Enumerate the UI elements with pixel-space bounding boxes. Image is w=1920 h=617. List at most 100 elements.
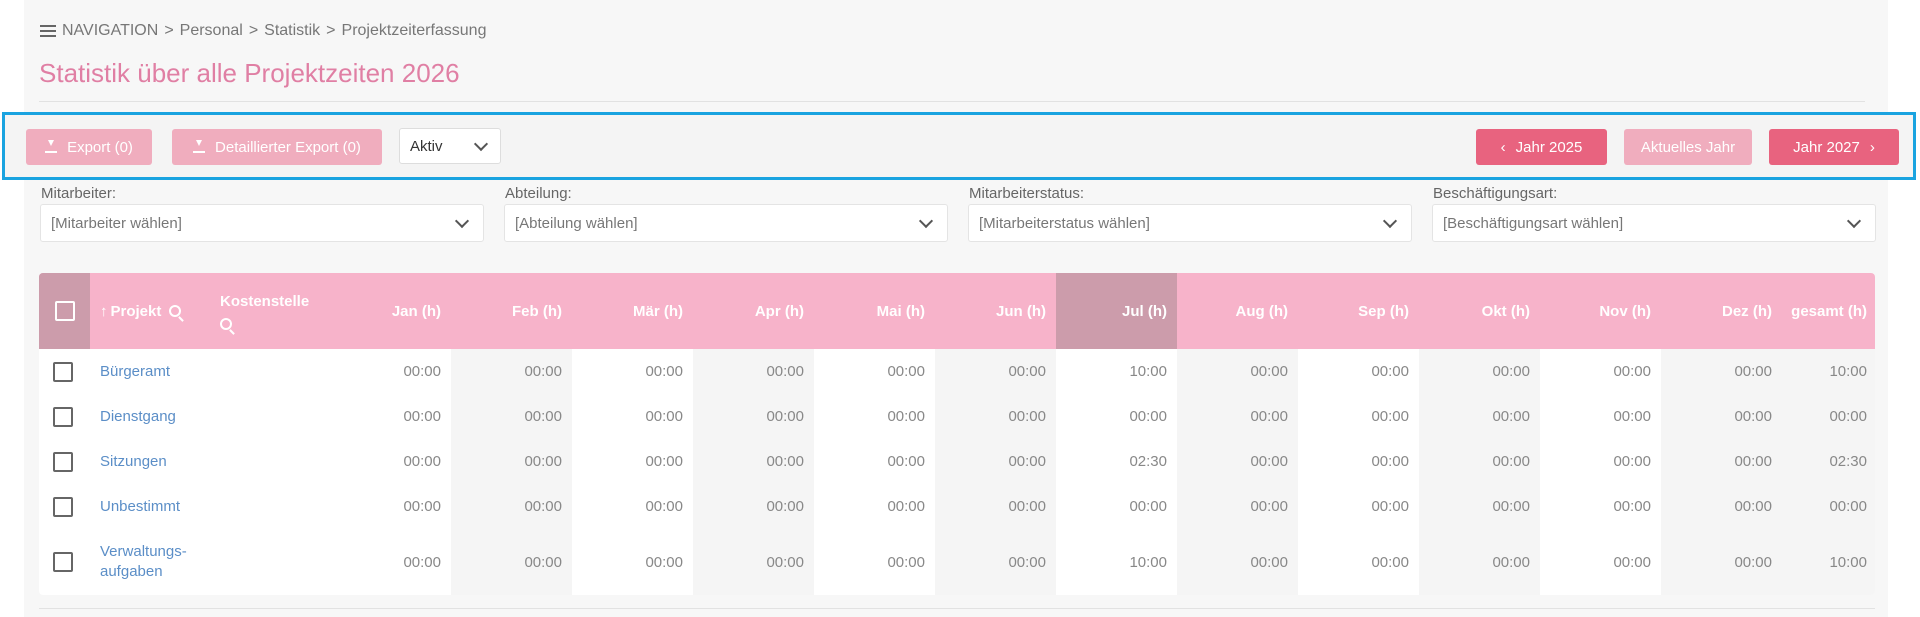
- search-icon[interactable]: [169, 305, 182, 317]
- table-cell-hours: 00:00: [524, 453, 562, 470]
- project-link[interactable]: Dienstgang: [100, 407, 176, 427]
- table-cell-hours: 00:00: [1250, 553, 1288, 571]
- employee-status-select[interactable]: [Mitarbeiterstatus wählen]: [968, 204, 1412, 242]
- table-cell-hours: 00:00: [645, 363, 683, 380]
- project-link[interactable]: Verwaltungs-aufgaben: [100, 542, 187, 582]
- row-checkbox[interactable]: [53, 552, 73, 572]
- employment-type-select[interactable]: [Beschäftigungsart wählen]: [1432, 204, 1876, 242]
- table-cell-hours: 00:00: [887, 408, 925, 425]
- department-select[interactable]: [Abteilung wählen]: [504, 204, 948, 242]
- header-month: Mär (h): [633, 302, 683, 320]
- project-link[interactable]: Unbestimmt: [100, 497, 180, 517]
- table-cell-hours: 00:00: [1008, 553, 1046, 571]
- table-cell-hours: 00:00: [1613, 363, 1651, 380]
- current-year-button[interactable]: Aktuelles Jahr: [1624, 129, 1752, 165]
- table-cell-hours: 00:00: [766, 363, 804, 380]
- employee-select[interactable]: [Mitarbeiter wählen]: [40, 204, 484, 242]
- download-icon: [193, 140, 206, 154]
- row-checkbox[interactable]: [53, 496, 73, 517]
- table-cell-hours: 00:00: [645, 453, 683, 470]
- project-name-line: Bürgeramt: [100, 362, 171, 380]
- employee-status-select-placeholder: [Mitarbeiterstatus wählen]: [979, 214, 1150, 232]
- table-cell-hours: 00:00: [524, 363, 562, 380]
- row-checkbox[interactable]: [53, 406, 73, 427]
- table-cell-hours: 00:00: [1492, 363, 1530, 380]
- header-month: Dez (h): [1722, 302, 1772, 320]
- header-month: Feb (h): [512, 302, 562, 320]
- prev-year-button[interactable]: ‹ Jahr 2025: [1476, 129, 1607, 165]
- table-cell-hours: 00:00: [1371, 408, 1409, 425]
- row-checkbox[interactable]: [53, 361, 73, 382]
- table-cell-hours: 00:00: [1734, 553, 1772, 571]
- chevron-down-icon: [454, 213, 470, 229]
- table-cell-hours: 00:00: [1734, 363, 1772, 380]
- table-cell-total: 00:00: [1829, 498, 1867, 515]
- table-cell-hours: 00:00: [645, 408, 683, 425]
- table-cell-hours: 00:00: [1371, 453, 1409, 470]
- row-checkbox[interactable]: [53, 451, 73, 472]
- table-cell-hours: 02:30: [1129, 453, 1167, 470]
- table-cell-hours: 00:00: [1734, 408, 1772, 425]
- table-cell-hours: 00:00: [1129, 498, 1167, 515]
- project-link[interactable]: Sitzungen: [100, 452, 167, 472]
- filter-label-employee: Mitarbeiter:: [41, 185, 117, 202]
- breadcrumb: NAVIGATION > Personal > Statistik > Proj…: [40, 22, 486, 40]
- header-cost-center[interactable]: Kostenstelle: [210, 273, 330, 349]
- filter-label-employment-type: Beschäftigungsart:: [1433, 185, 1558, 202]
- header-month: Jun (h): [996, 302, 1046, 320]
- breadcrumb-item-statistik[interactable]: Statistik: [264, 22, 320, 40]
- chevron-down-icon: [473, 136, 489, 152]
- department-select-placeholder: [Abteilung wählen]: [515, 214, 638, 232]
- table-cell-hours: 00:00: [1734, 498, 1772, 515]
- table-cell-hours: 10:00: [1129, 363, 1167, 380]
- table-cell-hours: 00:00: [766, 408, 804, 425]
- export-label: Export (0): [67, 138, 133, 156]
- table-cell-hours: 00:00: [1008, 363, 1046, 380]
- header-month: Mai (h): [876, 302, 925, 320]
- table-cell-hours: 00:00: [1613, 408, 1651, 425]
- breadcrumb-item-projektzeiterfassung: Projektzeiterfassung: [341, 22, 487, 39]
- table-cell-hours: 00:00: [403, 553, 441, 571]
- status-select[interactable]: Aktiv: [399, 128, 501, 164]
- header-month: Okt (h): [1481, 302, 1530, 320]
- filter-label-employee-status: Mitarbeiterstatus:: [969, 185, 1085, 202]
- table-cell-hours: 00:00: [403, 453, 441, 470]
- filter-label-department: Abteilung:: [505, 185, 572, 202]
- next-year-label: Jahr 2027: [1793, 138, 1860, 156]
- table-cell-hours: 00:00: [1250, 498, 1288, 515]
- search-icon[interactable]: [220, 317, 232, 330]
- table-cell-hours: 00:00: [766, 453, 804, 470]
- chevron-left-icon: ‹: [1500, 138, 1506, 156]
- divider: [39, 101, 1865, 102]
- project-name-line: Dienstgang: [100, 407, 176, 425]
- table-cell-hours: 00:00: [403, 363, 441, 380]
- project-link[interactable]: Bürgeramt: [100, 362, 170, 382]
- header-month: Jul (h): [1122, 302, 1167, 320]
- table-cell-hours: 00:00: [1008, 408, 1046, 425]
- header-month: Nov (h): [1599, 302, 1651, 320]
- breadcrumb-separator: >: [164, 22, 174, 39]
- employment-type-select-placeholder: [Beschäftigungsart wählen]: [1443, 214, 1624, 232]
- header-project[interactable]: ↑ Projekt: [90, 273, 210, 349]
- download-icon: [45, 140, 58, 154]
- project-name-line: Verwaltungs-: [100, 543, 187, 560]
- export-button[interactable]: Export (0): [26, 129, 152, 165]
- breadcrumb-nav[interactable]: NAVIGATION: [62, 22, 158, 40]
- table-cell-hours: 00:00: [645, 498, 683, 515]
- header-project-label: Projekt: [110, 302, 162, 320]
- detailed-export-label: Detaillierter Export (0): [215, 138, 361, 156]
- detailed-export-button[interactable]: Detaillierter Export (0): [172, 129, 382, 165]
- table-cell-hours: 00:00: [645, 553, 683, 571]
- table-cell-hours: 00:00: [887, 363, 925, 380]
- chevron-right-icon: ›: [1869, 138, 1875, 156]
- table-cell-hours: 00:00: [403, 408, 441, 425]
- table-cell-hours: 00:00: [1371, 363, 1409, 380]
- prev-year-label: Jahr 2025: [1515, 138, 1583, 156]
- hamburger-icon[interactable]: [40, 25, 56, 37]
- table-cell-hours: 00:00: [403, 498, 441, 515]
- next-year-button[interactable]: Jahr 2027 ›: [1769, 129, 1899, 165]
- select-all-checkbox[interactable]: [55, 301, 75, 321]
- breadcrumb-item-personal[interactable]: Personal: [180, 22, 243, 40]
- table-cell-hours: 00:00: [524, 408, 562, 425]
- table-cell-total: 10:00: [1829, 363, 1867, 380]
